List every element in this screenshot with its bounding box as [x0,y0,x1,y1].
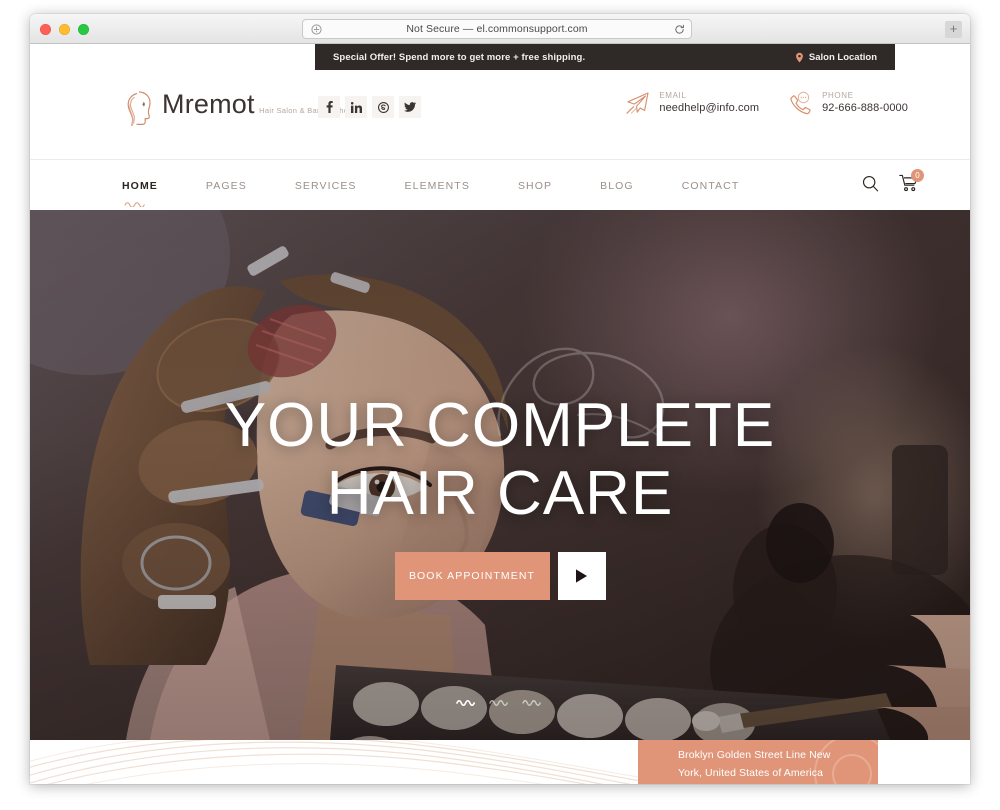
info-circle-icon [307,20,325,38]
promo-bar: Special Offer! Spend more to get more + … [315,44,895,70]
salon-location-label: Salon Location [808,51,877,63]
phone-icon [787,90,813,116]
header-contact-info: EMAIL needhelp@info.com PHONE 92-666-888… [624,90,908,116]
cart-button[interactable]: 0 [899,169,924,197]
book-appointment-button[interactable]: BOOK APPOINTMENT [394,552,550,600]
hero-slider-dot-1[interactable] [456,693,478,707]
nav-label-home: HOME [122,179,158,192]
hero-headline-line2: HAIR CARE [326,459,674,528]
zoom-window-button[interactable] [78,24,89,35]
hero-cta-group: BOOK APPOINTMENT [30,552,970,600]
skype-icon[interactable] [372,96,394,118]
main-navigation: HOME PAGES SERVICES ELEMENTS SHOP BLOG C… [30,159,970,210]
contact-phone[interactable]: PHONE 92-666-888-0000 [787,90,908,116]
nav-item-elements[interactable]: ELEMENTS [405,178,470,194]
map-pin-icon [795,52,803,62]
nav-items: HOME PAGES SERVICES ELEMENTS SHOP BLOG C… [122,160,787,211]
hero-slider-dots [30,693,970,707]
twitter-icon[interactable] [399,96,421,118]
url-text: Not Secure — el.commonsupport.com [406,23,588,35]
contact-email-label: EMAIL [659,90,687,100]
reload-icon[interactable] [669,20,689,38]
paper-plane-icon [624,90,650,116]
search-icon[interactable] [862,175,879,197]
contact-phone-value: 92-666-888-0000 [822,102,908,115]
nav-actions: 0 [862,160,924,211]
contact-phone-label: PHONE [822,90,854,100]
window-controls [40,24,89,35]
linkedin-icon[interactable] [345,96,367,118]
cart-count-badge: 0 [911,169,924,182]
contact-phone-text: PHONE 92-666-888-0000 [822,91,908,116]
play-video-button[interactable] [557,552,606,600]
hero-headline: YOUR COMPLETE HAIR CARE [30,395,970,525]
hero-section: YOUR COMPLETE HAIR CARE BOOK APPOINTMENT [30,195,970,740]
page-viewport: Special Offer! Spend more to get more + … [30,44,970,784]
address-bar[interactable]: Not Secure — el.commonsupport.com [302,19,692,39]
address-card: Broklyn Golden Street Line New York, Uni… [638,740,878,784]
contact-email[interactable]: EMAIL needhelp@info.com [624,90,759,116]
nav-item-shop[interactable]: SHOP [518,178,552,194]
contact-email-text: EMAIL needhelp@info.com [659,91,759,116]
new-tab-button[interactable]: + [945,21,962,38]
facebook-icon[interactable] [318,96,340,118]
below-hero-band: Broklyn Golden Street Line New York, Uni… [30,740,970,784]
nav-item-home[interactable]: HOME [122,178,158,208]
decorative-waves-icon [30,740,670,784]
nav-item-pages[interactable]: PAGES [206,178,247,194]
contact-email-value: needhelp@info.com [659,102,760,115]
hero-slider-dot-3[interactable] [522,693,544,706]
address-line-2: York, United States of America [678,767,824,780]
play-icon [576,569,587,583]
minimize-window-button[interactable] [59,24,70,35]
nav-item-blog[interactable]: BLOG [600,178,634,194]
brand-name: Mremot [162,89,255,119]
nav-item-services[interactable]: SERVICES [295,178,357,194]
browser-titlebar: Not Secure — el.commonsupport.com + [30,14,970,44]
nav-item-contact[interactable]: CONTACT [682,178,740,194]
active-nav-squiggle-icon [124,198,150,208]
hero-headline-line1: YOUR COMPLETE [224,391,776,460]
salon-location-link[interactable]: Salon Location [795,52,877,63]
promo-message: Special Offer! Spend more to get more + … [333,51,586,63]
woman-head-logo-icon [122,90,156,130]
browser-window: Not Secure — el.commonsupport.com + Spec… [30,14,970,784]
hero-slider-dot-2[interactable] [489,693,511,706]
social-links [318,96,421,118]
address-line-1: Broklyn Golden Street Line New [678,749,831,761]
close-window-button[interactable] [40,24,51,35]
